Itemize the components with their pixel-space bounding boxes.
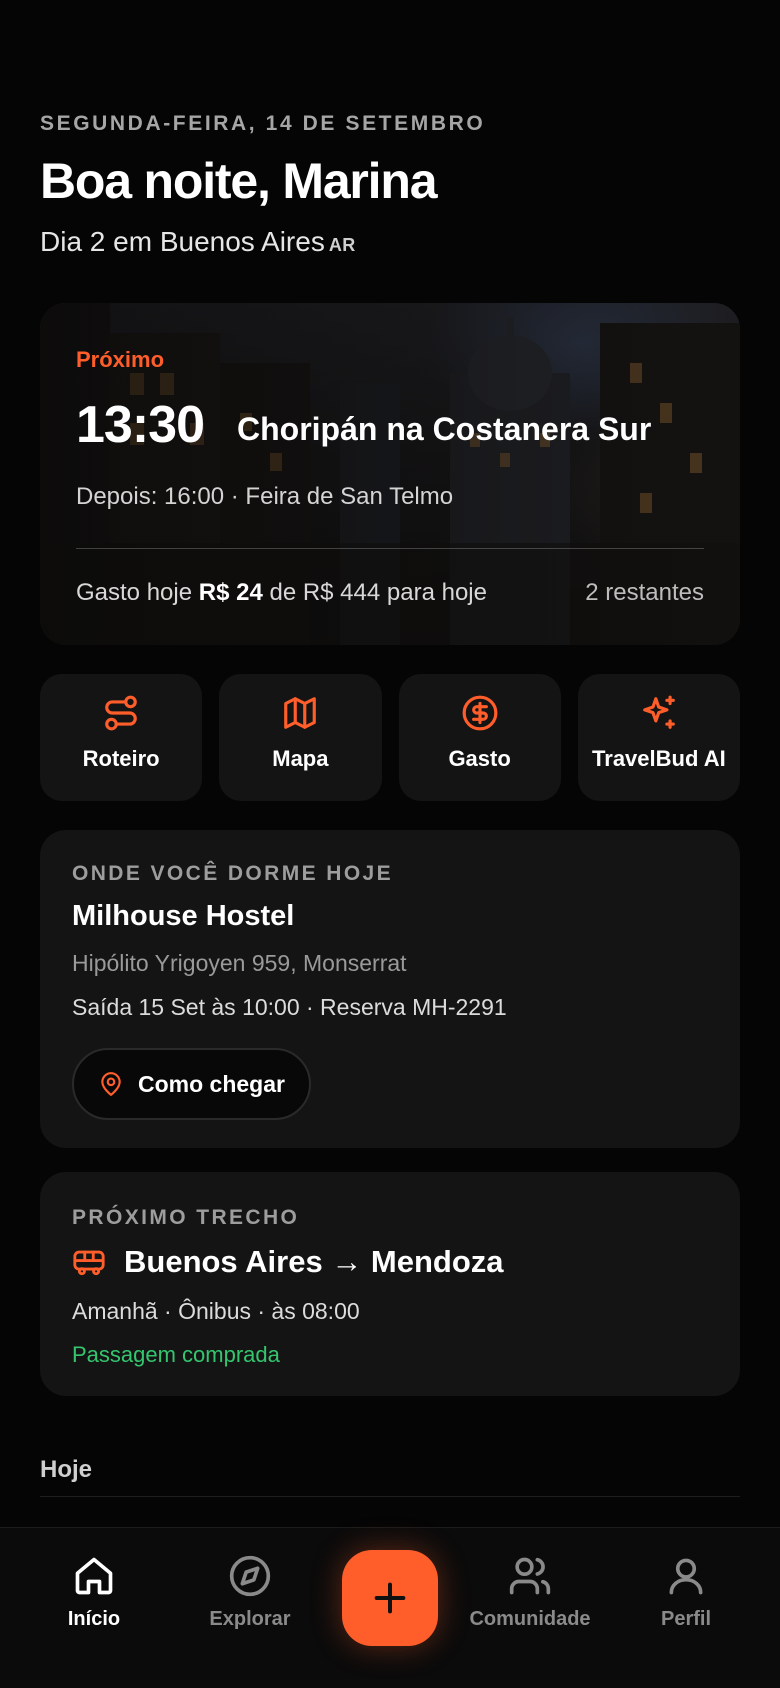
route-row: Buenos Aires → Mendoza — [72, 1244, 504, 1280]
dollar-icon — [462, 695, 498, 731]
trip-day-text: Dia 2 em Buenos Aires — [40, 226, 325, 257]
action-label: Roteiro — [82, 746, 160, 771]
next-event-card[interactable]: Próximo 13:30 Choripán na Costanera Sur … — [40, 303, 740, 645]
action-label: Mapa — [272, 746, 329, 771]
spend-prefix: Gasto hoje — [76, 579, 193, 606]
add-button[interactable] — [342, 1550, 438, 1646]
nav-label: Explorar — [209, 1608, 291, 1630]
map-pin-icon — [101, 1072, 121, 1096]
hostel-checkout: Saída 15 Set às 10:00 · Reserva MH-2291 — [72, 994, 507, 1020]
users-icon — [509, 1557, 551, 1595]
bottom-nav: Início Explorar Comunidade Perfil — [0, 1527, 780, 1688]
date-label: SEGUNDA-FEIRA, 14 DE SETEMBRO — [40, 112, 486, 135]
leg-meta: Amanhã · Ônibus · às 08:00 — [72, 1298, 360, 1324]
hostel-address: Hipólito Yrigoyen 959, Monserrat — [72, 950, 407, 976]
section-divider — [40, 1496, 740, 1497]
directions-label: Como chegar — [138, 1070, 285, 1097]
trip-subtitle: Dia 2 em Buenos Aires AR — [40, 226, 356, 258]
action-travelbud-ai[interactable]: TravelBud AI — [577, 674, 740, 801]
hostel-name: Milhouse Hostel — [72, 900, 295, 932]
nav-label: Perfil — [660, 1608, 712, 1630]
spend-amount: R$ 24 — [198, 579, 263, 606]
bus-icon — [73, 1250, 105, 1276]
next-time: 13:30 — [76, 396, 205, 454]
stay-eyebrow: ONDE VOCÊ DORME HOJE — [72, 862, 394, 885]
spend-suffix: de R$ 444 para hoje — [269, 579, 487, 606]
spend-summary: Gasto hoje R$ 24 de R$ 444 para hoje — [76, 579, 487, 607]
quick-actions: Roteiro Mapa Gasto TravelBud AI — [40, 674, 740, 801]
action-gasto[interactable]: Gasto — [398, 674, 561, 801]
nav-comunidade[interactable]: Comunidade — [455, 1554, 605, 1631]
next-title: Choripán na Costanera Sur — [237, 411, 652, 447]
section-today-title: Hoje — [40, 1456, 93, 1483]
leg-eyebrow: PRÓXIMO TRECHO — [72, 1206, 300, 1229]
ticket-status: Passagem comprada — [72, 1342, 280, 1367]
map-icon — [284, 697, 317, 729]
country-code: AR — [328, 235, 356, 255]
directions-button[interactable]: Como chegar — [72, 1048, 311, 1120]
greeting-title: Boa noite, Marina — [40, 153, 438, 209]
nav-label: Início — [67, 1608, 121, 1630]
route-icon — [105, 695, 137, 731]
stay-card: ONDE VOCÊ DORME HOJE Milhouse Hostel Hip… — [40, 830, 740, 1148]
action-label: TravelBud AI — [592, 746, 726, 771]
action-roteiro[interactable]: Roteiro — [40, 674, 203, 801]
hero-divider — [76, 548, 704, 549]
user-icon — [669, 1558, 703, 1595]
nav-perfil[interactable]: Perfil — [611, 1554, 761, 1631]
action-mapa[interactable]: Mapa — [219, 674, 382, 801]
action-label: Gasto — [448, 746, 511, 771]
plus-icon — [374, 1582, 406, 1614]
remaining-count: 2 restantes — [585, 579, 704, 606]
route-title: Buenos Aires → Mendoza — [124, 1244, 504, 1279]
sparkles-icon — [643, 695, 675, 729]
nav-inicio[interactable]: Início — [19, 1554, 169, 1631]
nav-explorar[interactable]: Explorar — [175, 1554, 325, 1631]
nav-label: Comunidade — [469, 1608, 591, 1630]
home-icon — [75, 1557, 113, 1595]
compass-icon — [229, 1555, 271, 1597]
after-event: Depois: 16:00 · Feira de San Telmo — [76, 483, 454, 510]
next-label: Próximo — [76, 347, 165, 372]
next-leg-card[interactable]: PRÓXIMO TRECHO Buenos Aires → Mendoza Am… — [40, 1172, 740, 1396]
